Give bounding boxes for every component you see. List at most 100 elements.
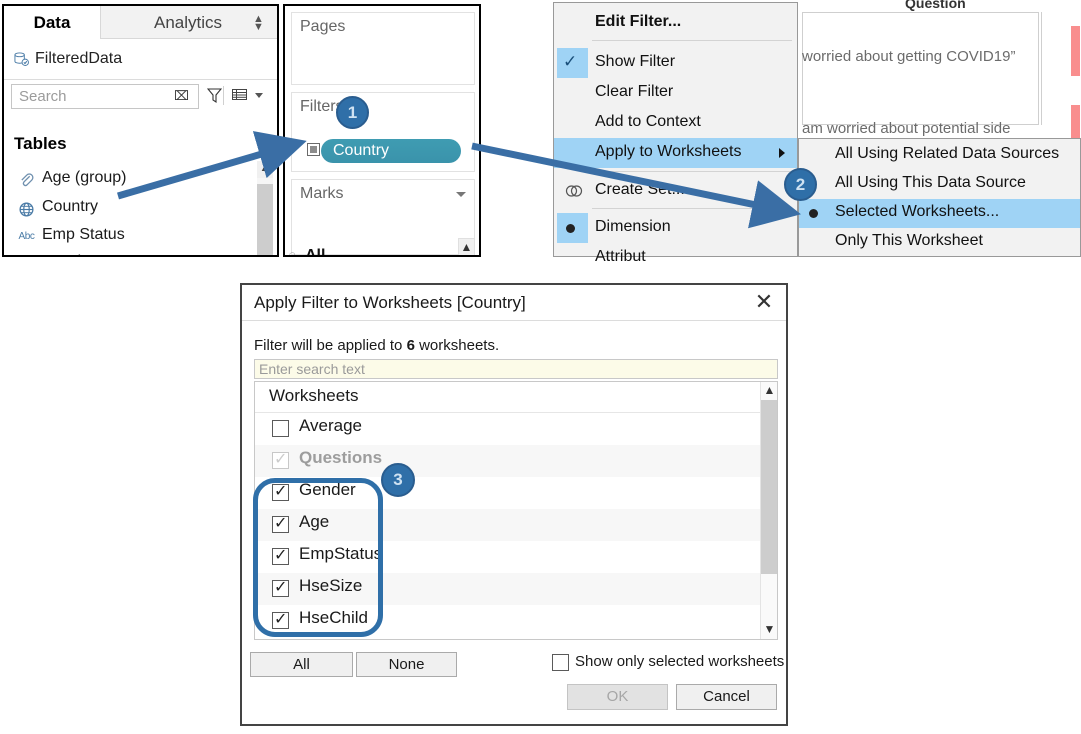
info-count: 6 bbox=[406, 337, 415, 354]
menu-item-attribute[interactable]: Attribut bbox=[554, 243, 797, 273]
worksheet-search-input[interactable]: Enter search text bbox=[254, 359, 778, 379]
menu-item-create-set[interactable]: Create Set... bbox=[554, 176, 797, 206]
menu-item-apply-to-worksheets[interactable]: Apply to Worksheets bbox=[554, 138, 797, 168]
filter-icon[interactable] bbox=[207, 87, 222, 104]
step-badge-2: 2 bbox=[784, 168, 817, 201]
close-icon[interactable]: ✕ bbox=[752, 291, 776, 315]
submenu-item-label: Only This Worksheet bbox=[835, 232, 983, 249]
abc-string-icon: Abc bbox=[18, 231, 35, 242]
menu-item-label: Dimension bbox=[595, 218, 671, 235]
menu-item-edit-filter[interactable]: Edit Filter... bbox=[554, 8, 797, 38]
radio-selected-icon bbox=[566, 224, 575, 233]
worksheet-list-header-label: Worksheets bbox=[269, 386, 359, 405]
field-row-country[interactable]: Country bbox=[4, 195, 249, 224]
menu-item-label: Attribut bbox=[595, 248, 646, 265]
menu-divider bbox=[592, 40, 792, 41]
data-pane-scrollbar-thumb[interactable] bbox=[257, 184, 273, 255]
column-header-label: Question bbox=[905, 0, 966, 11]
pages-shelf[interactable]: Pages bbox=[291, 12, 475, 85]
scroll-up-icon[interactable]: ▲ bbox=[257, 161, 273, 178]
menu-item-add-to-context[interactable]: Add to Context bbox=[554, 108, 797, 138]
background-cell-box bbox=[802, 12, 1039, 125]
field-row-age-group[interactable]: Age (group) bbox=[4, 166, 249, 195]
shelf-pane: Pages Filters Country Marks ◌ All ▲ bbox=[283, 4, 481, 257]
database-icon bbox=[14, 52, 29, 66]
step-badge-1: 1 bbox=[336, 96, 369, 129]
tables-section-header: Tables bbox=[14, 134, 67, 153]
check-icon: ✓ bbox=[563, 52, 578, 71]
worksheet-row-questions: ✓ Questions bbox=[255, 445, 777, 477]
dialog-title: Apply Filter to Worksheets [Country] bbox=[254, 293, 526, 312]
field-label: Gender bbox=[42, 253, 95, 255]
info-suffix: worksheets. bbox=[414, 337, 500, 354]
field-label: Age (group) bbox=[42, 169, 127, 186]
toolbar-divider bbox=[223, 86, 224, 105]
submenu-item-label: All Using This Data Source bbox=[835, 174, 1026, 191]
checkbox-unchecked-icon[interactable] bbox=[272, 420, 289, 437]
search-placeholder: Search bbox=[19, 88, 67, 105]
tab-analytics[interactable]: Analytics bbox=[102, 6, 274, 39]
menu-item-dimension[interactable]: Dimension bbox=[554, 213, 797, 243]
menu-item-label: Clear Filter bbox=[595, 83, 674, 100]
search-row: Search ⌧ bbox=[4, 82, 277, 112]
worksheet-list-header: Worksheets bbox=[255, 382, 777, 413]
marks-type-label[interactable]: All bbox=[305, 247, 325, 255]
worksheet-label: Questions bbox=[299, 448, 383, 467]
menu-item-label: Add to Context bbox=[595, 113, 701, 130]
menu-item-clear-filter[interactable]: Clear Filter bbox=[554, 78, 797, 108]
field-row-gender[interactable]: Abc Gender bbox=[4, 250, 249, 255]
chevron-down-icon[interactable] bbox=[255, 93, 263, 98]
search-input[interactable]: Search bbox=[11, 84, 199, 109]
radio-selected-icon bbox=[809, 209, 818, 218]
dialog-divider bbox=[242, 320, 786, 321]
menu-item-label: Create Set... bbox=[595, 181, 685, 198]
menu-item-label: Apply to Worksheets bbox=[595, 143, 742, 160]
pages-shelf-title: Pages bbox=[300, 18, 346, 35]
submenu-item-all-related-sources[interactable]: All Using Related Data Sources bbox=[799, 141, 1080, 170]
select-all-button[interactable]: All bbox=[250, 652, 353, 677]
scrollbar-thumb[interactable] bbox=[761, 400, 777, 574]
highlight-ring-worksheets bbox=[253, 478, 383, 637]
submenu-item-selected-worksheets[interactable]: Selected Worksheets... bbox=[799, 199, 1080, 228]
apply-to-worksheets-submenu: All Using Related Data Sources All Using… bbox=[798, 138, 1081, 257]
create-set-icon bbox=[565, 185, 583, 197]
worksheet-row-average[interactable]: Average bbox=[255, 413, 777, 445]
grid-icon[interactable] bbox=[232, 88, 248, 102]
marks-scroll-up-icon[interactable]: ▲ bbox=[458, 238, 475, 255]
submenu-item-all-this-source[interactable]: All Using This Data Source bbox=[799, 170, 1080, 199]
data-pane: Data Analytics ▲▼ FilteredData Search ⌧ bbox=[2, 4, 279, 257]
filter-pill-handle-icon[interactable] bbox=[307, 143, 320, 156]
scroll-up-icon[interactable]: ▲ bbox=[761, 382, 777, 400]
cancel-button[interactable]: Cancel bbox=[676, 684, 777, 710]
worksheet-list-scrollbar[interactable]: ▲ ▼ bbox=[760, 382, 777, 639]
scroll-down-icon[interactable]: ▼ bbox=[761, 621, 777, 639]
filter-pill-country[interactable]: Country bbox=[321, 139, 461, 163]
chevron-right-icon bbox=[779, 148, 785, 158]
dialog-info-text: Filter will be applied to 6 worksheets. bbox=[254, 337, 499, 354]
background-bar-mark bbox=[1071, 26, 1080, 76]
menu-item-label: Show Filter bbox=[595, 53, 676, 70]
tabstrip-updown-icon[interactable]: ▲ ▼ bbox=[253, 14, 264, 33]
worksheet-label: Average bbox=[299, 416, 363, 435]
chevron-down-icon[interactable] bbox=[456, 192, 466, 197]
background-row-text: am worried about potential side bbox=[802, 120, 1011, 137]
data-pane-tabstrip: Data Analytics ▲ ▼ bbox=[4, 6, 277, 39]
field-label: Country bbox=[42, 198, 99, 215]
select-none-button[interactable]: None bbox=[356, 652, 457, 677]
submenu-item-only-this-worksheet[interactable]: Only This Worksheet bbox=[799, 228, 1080, 257]
menu-divider bbox=[592, 208, 792, 209]
show-only-selected-checkbox[interactable] bbox=[552, 654, 569, 671]
field-row-emp-status[interactable]: Abc Emp Status bbox=[4, 223, 249, 252]
datasource-row[interactable]: FilteredData bbox=[4, 40, 277, 80]
search-icon[interactable]: ⌧ bbox=[174, 88, 189, 104]
tab-data[interactable]: Data bbox=[4, 6, 101, 39]
menu-item-show-filter[interactable]: ✓ Show Filter bbox=[554, 48, 797, 78]
submenu-item-label: Selected Worksheets... bbox=[835, 203, 1000, 220]
dialog-titlebar: Apply Filter to Worksheets [Country] ✕ bbox=[242, 285, 786, 320]
marks-shelf[interactable]: Marks bbox=[291, 179, 475, 255]
marks-type-icon: ◌ bbox=[289, 249, 296, 257]
submenu-item-label: All Using Related Data Sources bbox=[835, 145, 1060, 162]
ok-button[interactable]: OK bbox=[567, 684, 668, 710]
menu-item-label: Edit Filter... bbox=[595, 13, 682, 30]
background-divider bbox=[1041, 12, 1042, 125]
